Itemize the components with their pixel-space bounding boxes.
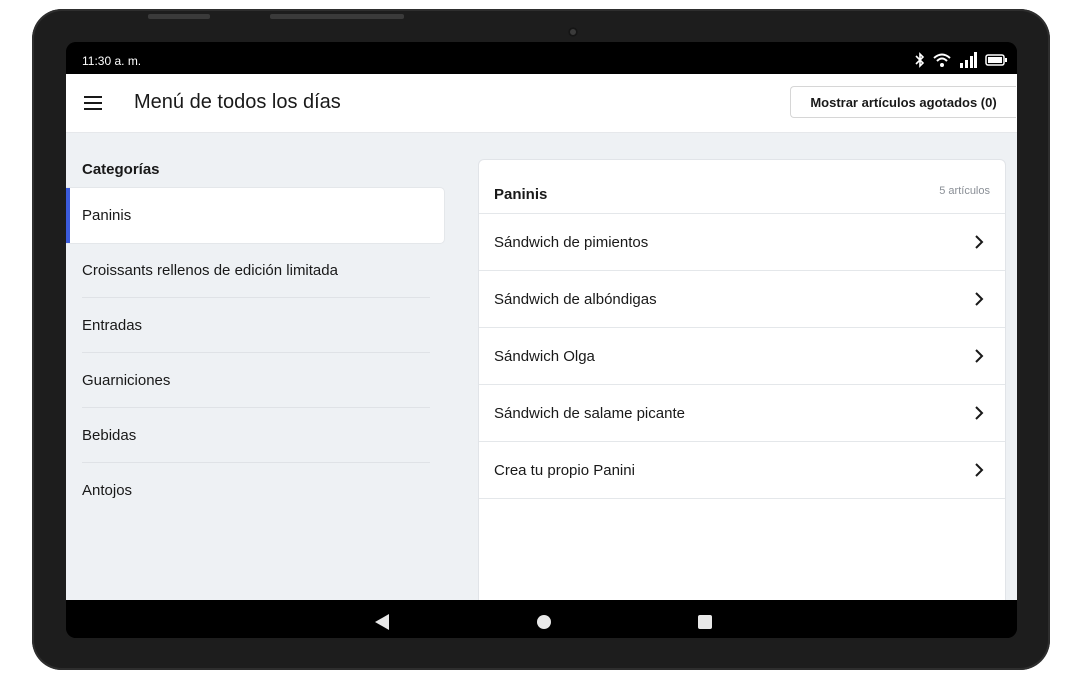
category-item-bebidas[interactable]: Bebidas <box>66 408 446 463</box>
list-item[interactable]: Sándwich de albóndigas <box>479 271 1005 328</box>
show-sold-out-button[interactable]: Mostrar artículos agotados (0) <box>790 86 1016 118</box>
list-item[interactable]: Sándwich de pimientos <box>479 214 1005 271</box>
wifi-icon <box>933 53 951 67</box>
volume-button <box>148 14 210 19</box>
camera-icon <box>568 27 578 37</box>
category-item-guarniciones[interactable]: Guarniciones <box>66 353 446 408</box>
items-panel: Paninis 5 artículos Sándwich de pimiento… <box>478 159 1006 609</box>
category-label: Entradas <box>82 317 143 334</box>
power-button <box>270 14 404 19</box>
app-bar: Menú de todos los días Mostrar artículos… <box>66 74 1017 133</box>
chevron-right-icon <box>975 235 984 249</box>
list-item[interactable]: Sándwich Olga <box>479 328 1005 385</box>
bluetooth-icon <box>915 52 925 68</box>
recents-icon[interactable] <box>698 615 712 629</box>
category-item-entradas[interactable]: Entradas <box>66 298 446 353</box>
category-label: Paninis <box>82 207 132 224</box>
category-item-antojos[interactable]: Antojos <box>66 463 446 518</box>
item-label: Crea tu propio Panini <box>494 462 635 479</box>
list-item[interactable]: Crea tu propio Panini <box>479 442 1005 499</box>
page-title: Menú de todos los días <box>134 91 341 113</box>
home-icon[interactable] <box>537 615 551 629</box>
panel-header: Paninis 5 artículos <box>479 160 1005 214</box>
panel-title: Paninis <box>494 186 548 203</box>
back-icon[interactable] <box>374 613 390 631</box>
signal-icon <box>960 52 977 68</box>
item-label: Sándwich Olga <box>494 348 595 365</box>
category-label: Bebidas <box>82 427 137 444</box>
category-label: Guarniciones <box>82 372 171 389</box>
status-bar: 11:30 a. m. <box>66 42 1017 74</box>
item-label: Sándwich de salame picante <box>494 405 685 422</box>
chevron-right-icon <box>975 349 984 363</box>
list-item[interactable]: Sándwich de salame picante <box>479 385 1005 442</box>
main-content: Categorías Paninis Croissants rellenos d… <box>66 133 1017 609</box>
status-icons <box>915 52 1007 68</box>
category-label: Croissants rellenos de edición limitada <box>82 262 338 279</box>
category-item-croissants[interactable]: Croissants rellenos de edición limitada <box>66 243 446 298</box>
categories-heading: Categorías <box>82 161 160 178</box>
hamburger-menu-icon[interactable] <box>84 96 102 110</box>
chevron-right-icon <box>975 406 984 420</box>
system-nav-bar <box>66 600 1017 638</box>
category-label: Antojos <box>82 482 133 499</box>
category-item-paninis[interactable]: Paninis <box>66 188 444 243</box>
screen: 11:30 a. m. Menú de todos los días Mostr… <box>66 42 1017 638</box>
chevron-right-icon <box>975 463 984 477</box>
item-label: Sándwich de albóndigas <box>494 291 657 308</box>
item-label: Sándwich de pimientos <box>494 234 649 251</box>
category-list: Paninis Croissants rellenos de edición l… <box>66 188 446 518</box>
status-time: 11:30 a. m. <box>82 54 142 68</box>
battery-icon <box>985 54 1007 66</box>
item-count: 5 artículos <box>939 185 990 197</box>
chevron-right-icon <box>975 292 984 306</box>
